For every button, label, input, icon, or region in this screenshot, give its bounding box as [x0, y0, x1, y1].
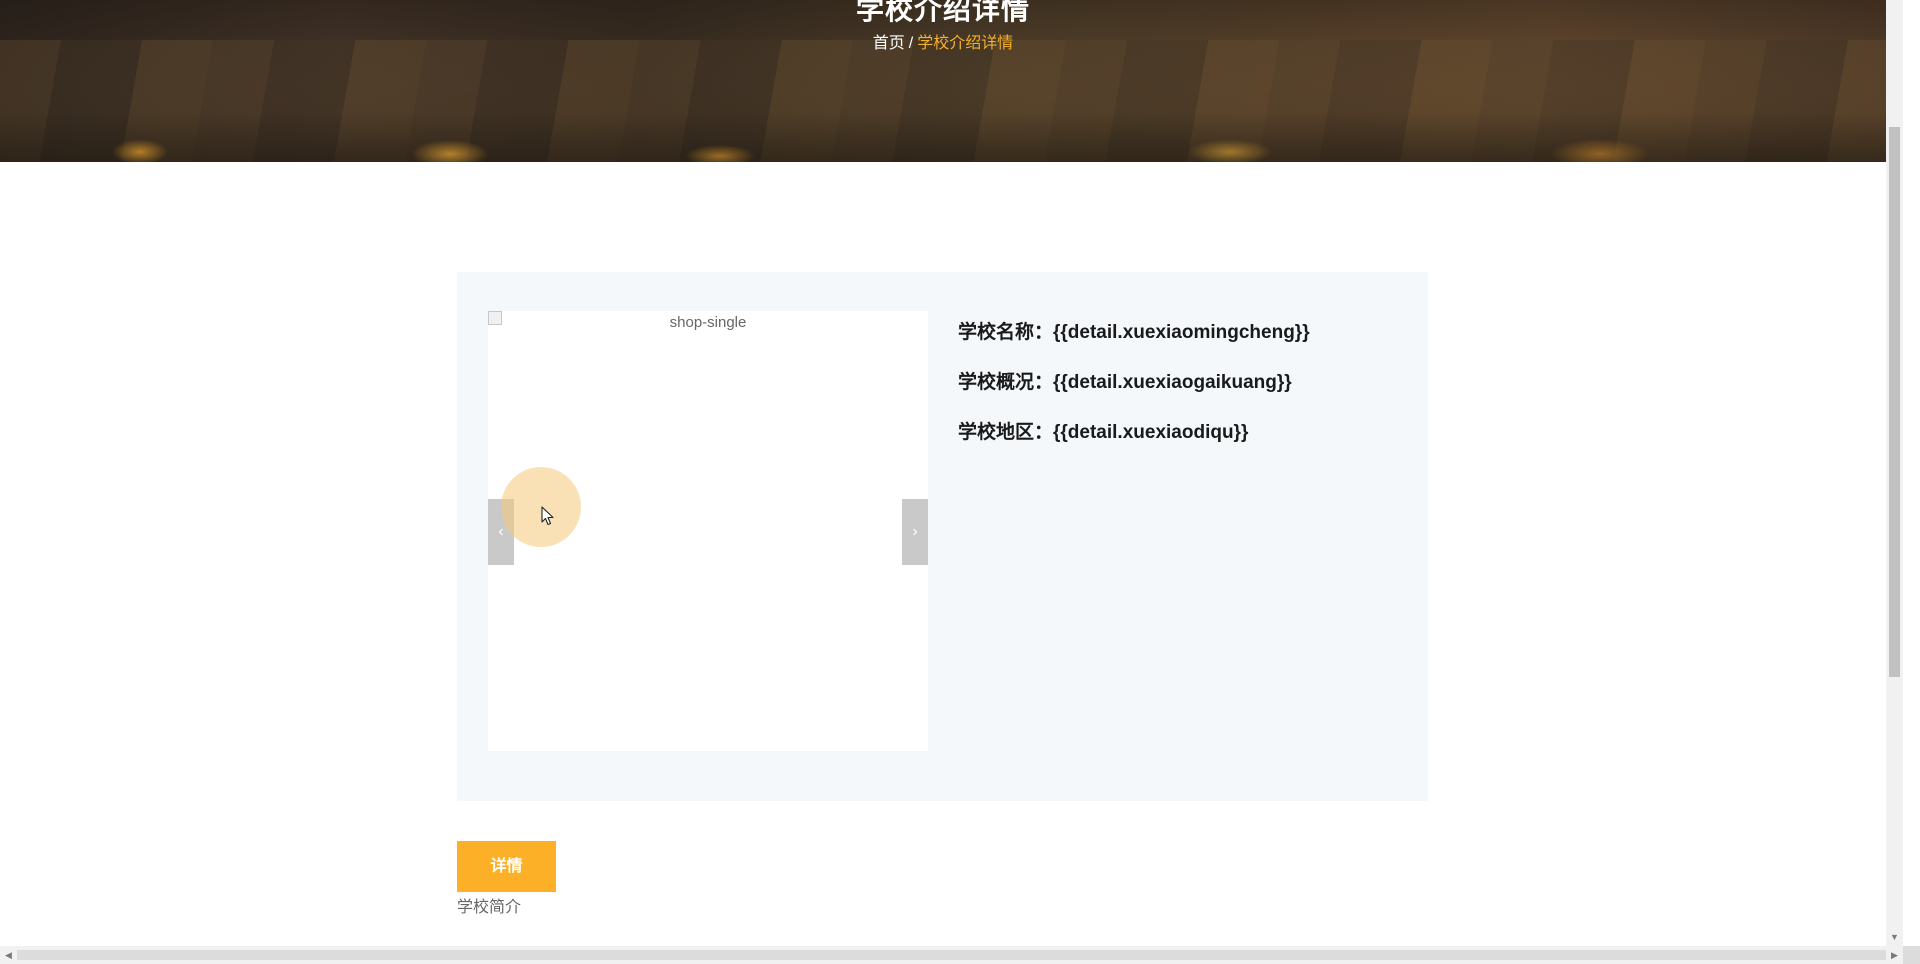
page-title: 学校介绍详情: [855, 0, 1030, 25]
school-region-label: 学校地区：: [958, 422, 1054, 443]
vertical-scroll-thumb[interactable]: [1889, 127, 1900, 677]
scroll-right-arrow-icon[interactable]: ▶: [1886, 946, 1903, 964]
breadcrumb-separator: /: [908, 35, 914, 52]
school-intro-label: 学校简介: [457, 899, 522, 916]
hero-trees: [0, 112, 1886, 162]
hero-banner: 学校介绍详情 首页 / 学校介绍详情: [0, 0, 1886, 162]
breadcrumb-current: 学校介绍详情: [917, 35, 1014, 52]
school-name-value: {{detail.xuexiaomingcheng}}: [1053, 322, 1310, 343]
horizontal-scroll-thumb[interactable]: [17, 950, 1886, 960]
mouse-cursor-icon: [541, 506, 554, 526]
right-gutter: [1903, 0, 1920, 946]
details-tab-button[interactable]: 详情: [457, 841, 556, 892]
school-region-row: 学校地区：{{detail.xuexiaodiqu}}: [958, 421, 1408, 444]
breadcrumb: 首页 / 学校介绍详情: [0, 29, 1886, 53]
page: 学校介绍详情 首页 / 学校介绍详情 shop-single ‹ › 学校名称：{{…: [0, 0, 1920, 964]
school-overview-row: 学校概况：{{detail.xuexiaogaikuang}}: [958, 371, 1408, 394]
detail-card: shop-single ‹ › 学校名称：{{detail.xuexiaomin…: [457, 272, 1428, 801]
school-name-label: 学校名称：: [958, 322, 1054, 343]
image-alt-text: shop-single: [669, 314, 747, 331]
breadcrumb-home-link[interactable]: 首页: [873, 35, 905, 52]
detail-info: 学校名称：{{detail.xuexiaomingcheng}} 学校概况：{{…: [958, 321, 1408, 471]
scrollbar-corner: [1903, 946, 1920, 964]
vertical-scrollbar[interactable]: ▼: [1886, 0, 1903, 946]
carousel-next-button[interactable]: ›: [902, 499, 928, 565]
horizontal-scrollbar[interactable]: ◀ ▶: [0, 946, 1903, 964]
school-overview-label: 学校概况：: [958, 372, 1054, 393]
school-region-value: {{detail.xuexiaodiqu}}: [1053, 422, 1249, 443]
school-overview-value: {{detail.xuexiaogaikuang}}: [1053, 372, 1292, 393]
scroll-left-arrow-icon[interactable]: ◀: [0, 946, 17, 964]
school-name-row: 学校名称：{{detail.xuexiaomingcheng}}: [958, 321, 1408, 344]
scroll-down-arrow-icon[interactable]: ▼: [1886, 929, 1903, 946]
